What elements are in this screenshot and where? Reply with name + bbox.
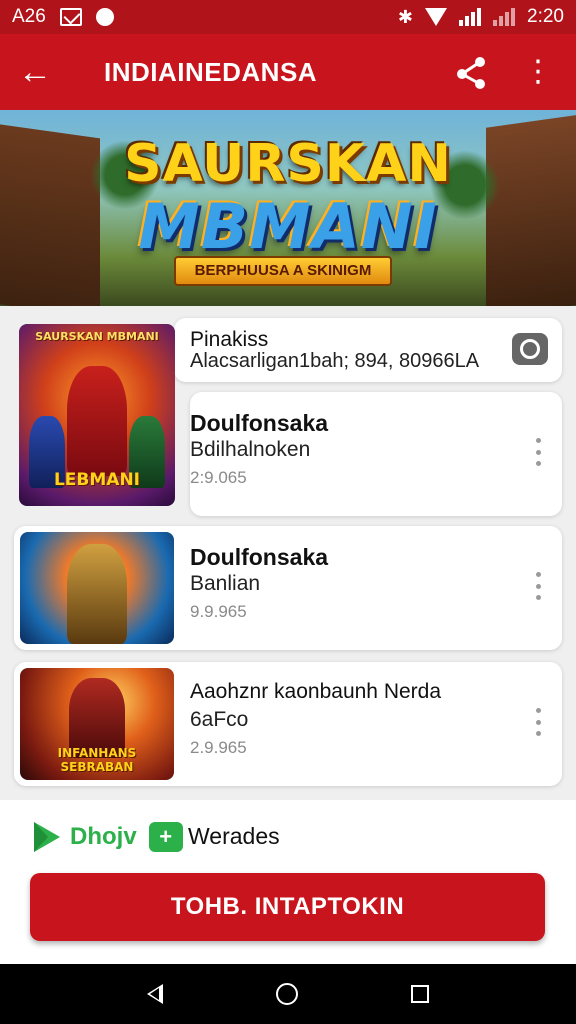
- thumbnail-caption: LEBMANI: [53, 470, 140, 490]
- app-title: INDIAINEDANSA: [104, 56, 318, 87]
- hero-figure-icon: [67, 366, 127, 476]
- system-nav-bar: [0, 964, 576, 1024]
- more-vert-icon[interactable]: ⋮: [518, 57, 558, 87]
- primary-action-button[interactable]: TOHB. INTAPTOKIN: [30, 873, 545, 941]
- list-item-thumb-wrap[interactable]: SAURSKAN MBMANI LEBMANI: [14, 318, 190, 516]
- item-subtitle: Bdilhalnoken: [190, 438, 311, 461]
- mail-notification-icon: [59, 8, 82, 26]
- banner-title-line1: SAURSKAN: [124, 134, 452, 194]
- more-vert-icon[interactable]: [528, 438, 548, 466]
- item-meta: 2:9.065: [190, 468, 247, 487]
- game-thumbnail[interactable]: SAURSKAN MBMANI LEBMANI: [19, 324, 175, 506]
- item-title: Doulfonsaka: [190, 544, 329, 570]
- list-item[interactable]: Doulfonsaka Bdilhalnoken 2:9.065: [190, 392, 562, 516]
- nav-home-icon[interactable]: [275, 983, 298, 1005]
- footer-label: Werades: [188, 823, 280, 849]
- nav-recents-icon[interactable]: [411, 985, 430, 1003]
- arrow-back-icon[interactable]: ←: [18, 55, 62, 89]
- signal-icon: [459, 8, 482, 26]
- thumbnail-caption: INFANHANS SEBRABAN: [57, 746, 137, 774]
- item-subtitle: 6aFco: [190, 708, 249, 731]
- item-subtitle: Alacsarligan1bah; 894, 80966LA: [190, 350, 480, 372]
- list-item[interactable]: Pinakiss Alacsarligan1bah; 894, 80966LA: [174, 318, 562, 382]
- item-title: Pinakiss: [190, 328, 269, 351]
- app-bar: ← INDIAINEDANSA ⋮: [0, 34, 576, 110]
- nav-back-icon[interactable]: [146, 984, 163, 1004]
- item-title: Doulfonsaka: [190, 410, 329, 436]
- list-item[interactable]: Doulfonsaka Banlian 9.9.965: [14, 526, 562, 650]
- brand-badge-icon: +: [148, 822, 183, 852]
- thumbnail-top-text: SAURSKAN MBMANI: [35, 330, 159, 343]
- item-meta: 9.9.965: [190, 602, 247, 621]
- share-icon[interactable]: [452, 52, 492, 92]
- status-left-text: A26: [12, 6, 46, 27]
- banner-subtitle: BERPHUUSA A SKINIGM: [174, 256, 392, 286]
- banner-title-line2: MBMANI: [138, 190, 438, 263]
- more-vert-icon[interactable]: [528, 572, 548, 600]
- item-title: Aaohznr kaonbaunh Nerda: [190, 680, 442, 703]
- bluetooth-icon: ✱: [397, 6, 414, 27]
- item-subtitle: Banlian: [190, 572, 261, 595]
- signal-2-icon: [493, 8, 516, 26]
- wifi-icon: [425, 8, 448, 26]
- list-item[interactable]: INFANHANS SEBRABAN Aaohznr kaonbaunh Ner…: [14, 662, 562, 786]
- game-thumbnail[interactable]: INFANHANS SEBRABAN: [20, 668, 174, 780]
- status-bar: A26 ✱ 2:20: [0, 0, 576, 34]
- clock: 2:20: [527, 6, 564, 27]
- play-store-icon: [30, 820, 64, 854]
- tag-icon[interactable]: [512, 333, 548, 365]
- hero-banner[interactable]: SAURSKAN MBMANI BERPHUUSA A SKINIGM: [0, 110, 576, 306]
- store-brand[interactable]: Dhojv +: [30, 820, 183, 854]
- more-vert-icon[interactable]: [528, 708, 548, 736]
- brand-word: Dhojv: [70, 823, 137, 850]
- hero-figure-icon: [67, 544, 127, 644]
- game-thumbnail[interactable]: [20, 532, 174, 644]
- notification-dot-icon: [95, 8, 114, 26]
- item-meta: 2.9.965: [190, 738, 247, 757]
